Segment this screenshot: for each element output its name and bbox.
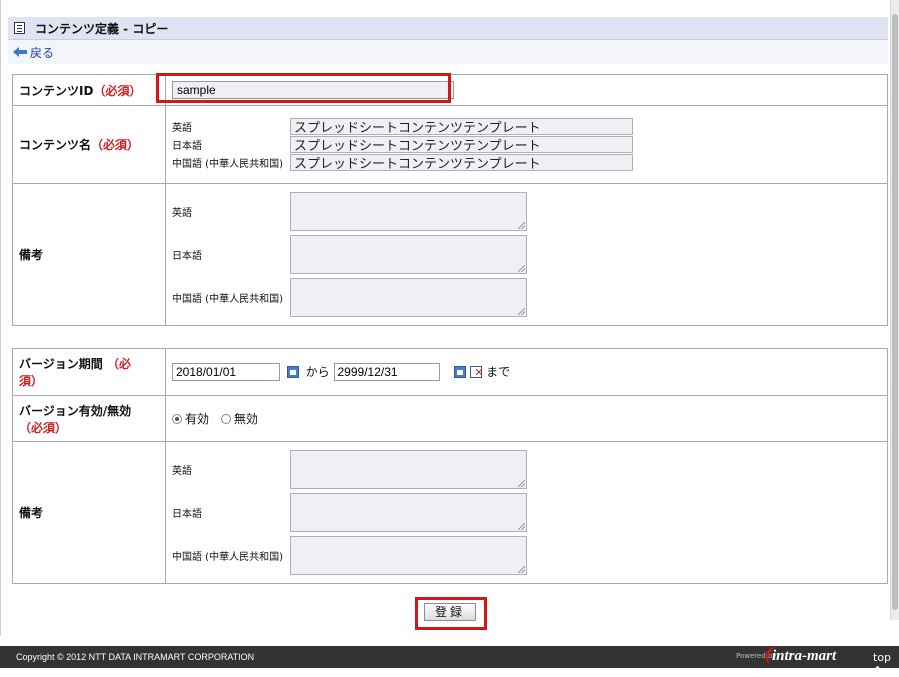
remarks-ja-textarea[interactable] (290, 235, 527, 274)
resize-grip-icon[interactable] (518, 480, 525, 487)
required-mark: （必須） (19, 420, 68, 435)
content-name-cell: 英語 日本語 中国語 (中華人民共和国) (165, 105, 888, 184)
remarks-label: 備考 (12, 183, 166, 326)
radio-invalid-label: 無効 (233, 412, 258, 426)
copyright-text: Copyright © 2012 NTT DATA INTRAMART CORP… (16, 652, 255, 662)
content-name-zh-row: 中国語 (中華人民共和国) (172, 154, 887, 172)
calendar-icon[interactable] (286, 366, 299, 379)
period-to-input[interactable] (333, 363, 440, 382)
content-name-ja-input[interactable] (290, 136, 633, 153)
required-mark: （必須） (91, 138, 140, 152)
version-remarks-cell: 英語 日本語 中国語 (中華人民共和国) (165, 441, 888, 584)
content-id-label-text: コンテンツID (19, 83, 94, 98)
version-remarks-label: 備考 (12, 441, 166, 584)
version-remarks-en-row: 英語 (172, 448, 887, 491)
title-bar: コンテンツ定義 - コピー (8, 17, 888, 40)
version-form-table: バージョン期間 （必 須） から まで バージョン有効/無効 （必須） (12, 348, 888, 584)
version-remarks-row: 備考 英語 日本語 中国語 (中華人民共和国) (12, 441, 888, 584)
period-to-word: まで (486, 364, 511, 379)
version-remarks-en-textarea[interactable] (290, 450, 527, 489)
period-from-word: から (305, 364, 330, 379)
content-id-label: コンテンツID（必須） (12, 74, 166, 106)
radio-checked-icon[interactable] (172, 413, 182, 424)
content-id-cell (165, 74, 888, 106)
required-mark: （必 (106, 357, 131, 371)
remarks-zh-row: 中国語 (中華人民共和国) (172, 276, 887, 319)
period-from-input[interactable] (172, 363, 280, 382)
version-remarks-ja-textarea[interactable] (290, 493, 527, 532)
version-period-label: バージョン期間 （必 須） (12, 348, 166, 396)
lang-label-zh: 中国語 (中華人民共和国) (172, 294, 283, 305)
scrollbar-thumb[interactable] (892, 14, 898, 610)
back-arrow-icon (13, 47, 27, 57)
version-period-label-text: バージョン期間 (19, 357, 103, 371)
vertical-scrollbar[interactable] (890, 0, 899, 620)
content-form-table: コンテンツID（必須） コンテンツ名（必須） 英語 日本語 中国語 (12, 74, 888, 326)
remarks-cell: 英語 日本語 中国語 (中華人民共和国) (165, 183, 888, 326)
calendar-icon[interactable] (454, 366, 467, 379)
page: コンテンツ定義 - コピー 戻る コンテンツID（必須） コンテンツ名（必須） (0, 0, 899, 677)
radio-invalid[interactable]: 無効 (220, 410, 258, 427)
footer: Copyright © 2012 NTT DATA INTRAMART CORP… (0, 644, 899, 677)
top-link[interactable]: top ↑ (873, 651, 899, 677)
resize-grip-icon[interactable] (518, 523, 525, 530)
back-link[interactable]: 戻る (13, 44, 54, 61)
content-id-input[interactable] (172, 81, 454, 99)
window-border (0, 0, 1, 636)
version-remarks-ja-row: 日本語 (172, 491, 887, 534)
resize-grip-icon[interactable] (518, 222, 525, 229)
resize-grip-icon[interactable] (518, 566, 525, 573)
register-button[interactable]: 登録 (424, 603, 476, 621)
remarks-en-textarea[interactable] (290, 192, 527, 231)
brand-logo-text: intra-mart (772, 648, 837, 664)
content-name-zh-input[interactable] (290, 154, 633, 171)
version-valid-cell: 有効 無効 (165, 395, 888, 442)
content-name-ja-row: 日本語 (172, 136, 887, 154)
page-title: コンテンツ定義 - コピー (35, 21, 169, 36)
version-remarks-zh-row: 中国語 (中華人民共和国) (172, 534, 887, 577)
back-bar: 戻る (8, 40, 888, 64)
version-valid-label: バージョン有効/無効 （必須） (12, 395, 166, 442)
version-remarks-zh-textarea[interactable] (290, 536, 527, 575)
remarks-zh-textarea[interactable] (290, 278, 527, 317)
remarks-ja-row: 日本語 (172, 233, 887, 276)
lang-label-ja: 日本語 (172, 509, 202, 520)
content-id-row: コンテンツID（必須） (12, 74, 888, 106)
document-icon (14, 22, 25, 34)
content-name-label: コンテンツ名（必須） (12, 105, 166, 184)
radio-valid[interactable]: 有効 (172, 410, 209, 427)
content-name-row: コンテンツ名（必須） 英語 日本語 中国語 (中華人民共和国) (12, 105, 888, 184)
content-name-label-text: コンテンツ名 (19, 138, 92, 152)
required-mark-continued: 須） (19, 374, 44, 388)
required-mark: （必須） (93, 83, 142, 98)
lang-label-zh: 中国語 (中華人民共和国) (172, 552, 283, 563)
lang-label-en: 英語 (172, 466, 192, 477)
content-name-en-input[interactable] (290, 118, 633, 135)
version-period-row: バージョン期間 （必 須） から まで (12, 348, 888, 396)
resize-grip-icon[interactable] (518, 308, 525, 315)
version-valid-label-text: バージョン有効/無効 (19, 403, 132, 418)
resize-grip-icon[interactable] (518, 265, 525, 272)
remarks-en-row: 英語 (172, 190, 887, 233)
clear-date-icon[interactable] (470, 366, 484, 379)
lang-label-zh: 中国語 (中華人民共和国) (172, 159, 283, 170)
content-name-en-row: 英語 (172, 118, 887, 136)
version-valid-row: バージョン有効/無効 （必須） 有効 無効 (12, 395, 888, 442)
version-period-cell: から まで (165, 348, 888, 396)
lang-label-ja: 日本語 (172, 251, 202, 262)
lang-label-ja: 日本語 (172, 141, 202, 152)
lang-label-en: 英語 (172, 123, 192, 134)
radio-unchecked-icon[interactable] (220, 413, 231, 424)
lang-label-en: 英語 (172, 208, 192, 219)
radio-valid-label: 有効 (185, 412, 210, 426)
back-label: 戻る (30, 45, 55, 60)
content-remarks-row: 備考 英語 日本語 中国語 (中華人民共和国) (12, 183, 888, 326)
